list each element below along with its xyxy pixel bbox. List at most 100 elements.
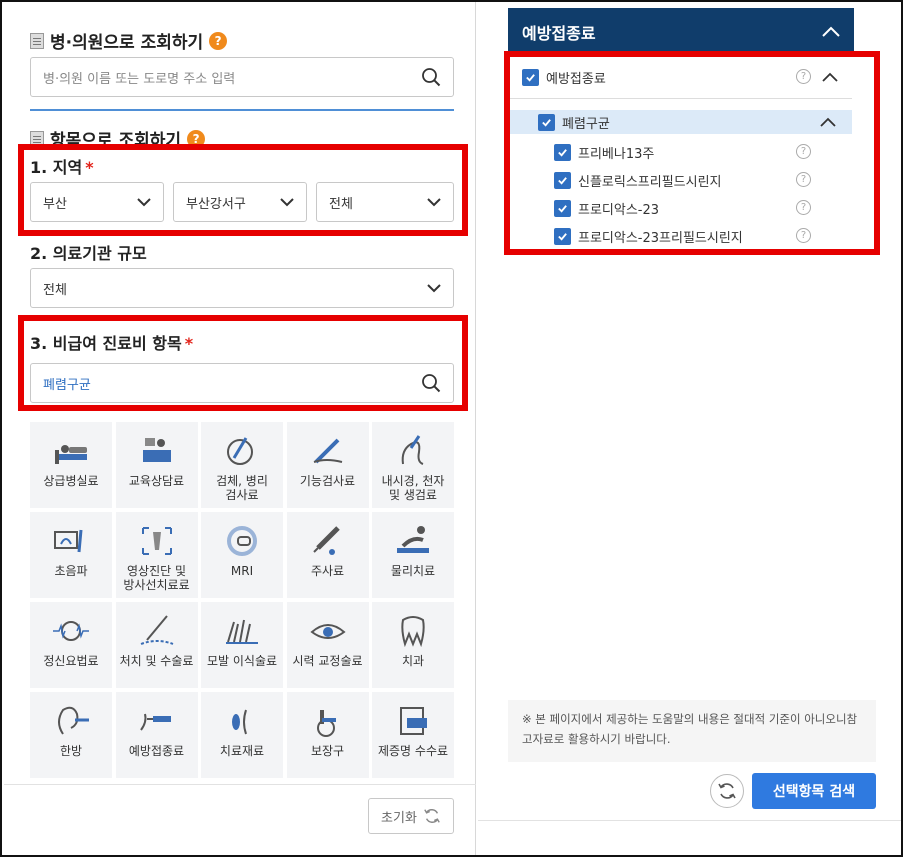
- search-icon[interactable]: [421, 67, 441, 87]
- tile-label: 시력 교정술료: [292, 654, 363, 668]
- category-tile[interactable]: 기능검사료: [286, 422, 369, 508]
- tile-label: 검체, 병리 검사료: [216, 474, 268, 503]
- search-selected-button[interactable]: 선택항목 검색: [752, 773, 876, 809]
- category-label: 3. 비급여 진료비 항목 *: [30, 334, 194, 353]
- material-icon: [232, 709, 247, 735]
- category-tile[interactable]: 초음파: [30, 512, 112, 598]
- chevron-up-icon[interactable]: [822, 72, 838, 82]
- category-tile[interactable]: 내시경, 천자 및 생검료: [372, 422, 454, 508]
- sido-select[interactable]: 부산: [30, 182, 164, 222]
- help-notice: ※ 본 페이지에서 제공하는 도움말의 내용은 절대적 기준이 아니오니참고자료…: [508, 700, 876, 762]
- reset-button[interactable]: 초기화: [368, 798, 454, 834]
- scale-select[interactable]: 전체: [30, 268, 454, 308]
- list-icon: [30, 130, 44, 147]
- syringe-icon: [312, 526, 340, 555]
- checkbox-checked-icon[interactable]: [554, 227, 571, 245]
- chevron-up-icon[interactable]: [822, 26, 840, 38]
- right-panel: 예방접종료 예방접종료 ? 폐렴구균 프리베나13주? 신플로릭스프리필드시린지?…: [478, 2, 901, 855]
- category-tile[interactable]: MRI: [201, 512, 283, 598]
- category-tile[interactable]: 제증명 수수료: [372, 692, 454, 778]
- tree-item-label: 신플로릭스프리필드시린지: [578, 174, 722, 190]
- category-tile[interactable]: 검체, 병리 검사료: [201, 422, 283, 508]
- ultrasound-icon: [54, 529, 83, 553]
- help-circle-icon[interactable]: ?: [796, 200, 811, 215]
- help-circle-icon[interactable]: ?: [796, 172, 811, 187]
- tile-label: 주사료: [310, 564, 345, 578]
- building-icon: [30, 32, 44, 49]
- refresh-button[interactable]: [710, 774, 744, 808]
- endoscope-icon: [401, 435, 424, 465]
- tile-label: 보장구: [310, 744, 345, 758]
- vaccine-panel-header[interactable]: 예방접종료: [508, 8, 854, 56]
- checkbox-checked-icon[interactable]: [554, 143, 571, 161]
- category-tile[interactable]: 주사료: [286, 512, 369, 598]
- hair-transplant-icon: [226, 619, 258, 644]
- required-mark: *: [184, 334, 194, 353]
- checkbox-checked-icon[interactable]: [538, 113, 555, 131]
- function-test-icon: [313, 438, 342, 464]
- vaccine-icon: [139, 713, 171, 731]
- certificate-icon: [400, 707, 427, 735]
- help-circle-icon[interactable]: ?: [796, 228, 811, 243]
- help-circle-icon[interactable]: ?: [796, 144, 811, 159]
- hospital-search-input[interactable]: 병·의원 이름 또는 도로명 주소 입력: [30, 57, 454, 97]
- item-search-title: 항목으로 조회하기 ?: [30, 126, 206, 151]
- acupuncture-icon: [58, 706, 89, 735]
- refresh-icon: [718, 783, 736, 799]
- category-tile[interactable]: 교육상담료: [115, 422, 198, 508]
- tree-root-row[interactable]: 예방접종료 ?: [510, 64, 852, 90]
- category-tile[interactable]: 물리치료: [372, 512, 454, 598]
- category-tile[interactable]: 보장구: [286, 692, 369, 778]
- section-divider: [30, 109, 454, 111]
- wheelchair-icon: [316, 710, 336, 737]
- category-tile[interactable]: 상급병실료: [30, 422, 112, 508]
- category-tile[interactable]: 예방접종료: [115, 692, 198, 778]
- tree-item-row[interactable]: 신플로릭스프리필드시린지?: [510, 168, 852, 192]
- help-circle-icon[interactable]: ?: [796, 69, 811, 84]
- chevron-up-icon[interactable]: [820, 117, 836, 127]
- category-search-input[interactable]: 폐렴구균: [30, 363, 454, 403]
- tree-item-row[interactable]: 프로디악스-23프리필드시린지?: [510, 224, 852, 248]
- checkbox-checked-icon[interactable]: [554, 199, 571, 217]
- physio-icon: [397, 526, 429, 553]
- refresh-icon: [424, 809, 440, 823]
- tile-label: 처치 및 수술료: [119, 654, 194, 668]
- checkbox-checked-icon[interactable]: [522, 68, 539, 86]
- counseling-icon: [142, 438, 171, 462]
- tree-divider: [510, 98, 852, 99]
- chevron-down-icon: [280, 198, 294, 207]
- search-icon[interactable]: [421, 373, 441, 393]
- dong-select[interactable]: 전체: [316, 182, 454, 222]
- category-tile[interactable]: 한방: [30, 692, 112, 778]
- category-tile[interactable]: 처치 및 수술료: [115, 602, 198, 688]
- help-icon[interactable]: ?: [187, 129, 206, 148]
- category-tile[interactable]: 치료재료: [201, 692, 283, 778]
- tile-label: 한방: [59, 744, 83, 758]
- category-tile[interactable]: 영상진단 및 방사선치료료: [115, 512, 198, 598]
- category-tile[interactable]: 모발 이식술료: [201, 602, 283, 688]
- right-footer-divider: [478, 820, 901, 821]
- tile-label: 물리치료: [390, 564, 436, 578]
- tile-label: 모발 이식술료: [206, 654, 278, 668]
- sigungu-select[interactable]: 부산강서구: [173, 182, 307, 222]
- tile-label: 예방접종료: [128, 744, 185, 758]
- scale-label: 2. 의료기관 규모: [30, 244, 147, 263]
- category-tile[interactable]: 정신요법료: [30, 602, 112, 688]
- tile-label: 내시경, 천자 및 생검료: [381, 474, 445, 503]
- tile-label: 제증명 수수료: [377, 744, 449, 758]
- tree-item-row[interactable]: 프리베나13주?: [510, 140, 852, 164]
- mri-icon: [227, 526, 257, 556]
- chevron-down-icon: [427, 284, 441, 293]
- checkbox-checked-icon[interactable]: [554, 171, 571, 189]
- hospital-search-title: 병·의원으로 조회하기 ?: [30, 28, 228, 53]
- tree-item-row[interactable]: 프로디악스-23?: [510, 196, 852, 220]
- tile-label: 기능검사료: [299, 474, 356, 488]
- tooth-icon: [401, 616, 425, 648]
- eye-icon: [309, 624, 346, 639]
- tile-label: 치과: [401, 654, 425, 668]
- tree-group-row[interactable]: 폐렴구균: [510, 110, 852, 134]
- category-tile[interactable]: 치과: [372, 602, 454, 688]
- tile-label: 상급병실료: [43, 474, 99, 488]
- category-tile[interactable]: 시력 교정술료: [286, 602, 369, 688]
- help-icon[interactable]: ?: [209, 31, 228, 50]
